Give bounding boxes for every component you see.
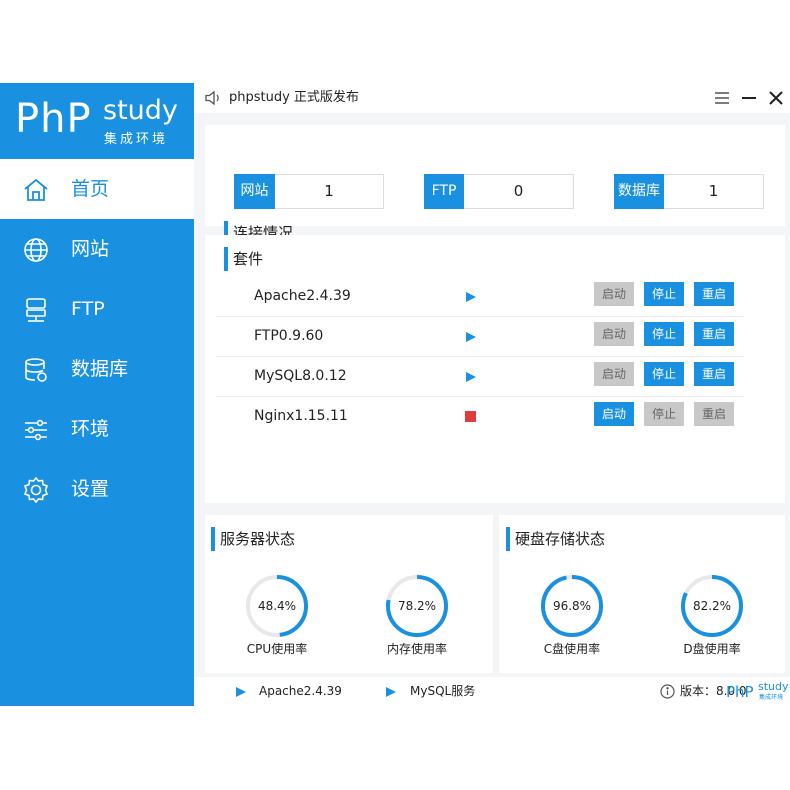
running-play-icon [466,332,476,342]
start-button[interactable]: 启动 [594,402,634,426]
menu-icon[interactable] [712,88,732,108]
speaker-icon[interactable] [204,89,222,107]
stat-value: 0 [513,182,524,200]
stat-label: 网站 [234,174,275,209]
stop-button[interactable]: 停止 [644,322,684,346]
suite-row: FTP0.9.60 启动 停止 重启 [216,317,744,357]
gauge-label: D盘使用率 [683,642,741,656]
gauge-label: CPU使用率 [246,642,308,656]
close-icon[interactable] [766,88,786,108]
app-window: PhP study 集成环境 首页 网站 FTP 数据库 环境 设置 phpst… [0,83,790,706]
start-button[interactable]: 启动 [594,362,634,386]
gauge-value: 82.2% [692,599,732,613]
suite-name: MySQL8.0.12 [254,368,347,384]
gauge-value: 48.4% [257,599,297,613]
sliders-icon [25,419,47,441]
gauge-value: 78.2% [397,599,437,613]
server-status-title: 服务器状态 [211,527,295,551]
suite-name: Apache2.4.39 [254,288,351,304]
suite-row: MySQL8.0.12 启动 停止 重启 [216,357,744,397]
play-icon [386,687,396,697]
logo-study: study [103,95,178,126]
running-play-icon [466,292,476,302]
stat-website: 网站 1 [234,174,384,209]
status-service-mysql: MySQL服务 [410,684,476,698]
suite-row: Nginx1.15.11 启动 停止 重启 [216,397,744,437]
gauge-label: C盘使用率 [543,642,601,656]
title-bar: phpstudy 正式版发布 [194,83,790,113]
sidebar-item-label: 设置 [71,478,110,500]
server-icon [26,298,46,322]
gauge-value: 96.8% [552,599,592,613]
memory-gauge: 78.2% [385,574,449,638]
watermark-subtitle: 集成环境 [759,694,784,701]
watermark-php: PhP [726,683,754,701]
start-button[interactable]: 启动 [594,322,634,346]
logo: PhP study 集成环境 [0,83,194,159]
running-play-icon [466,372,476,382]
sidebar-item-label: FTP [71,298,105,320]
play-icon [236,687,246,697]
status-service-apache: Apache2.4.39 [259,684,342,698]
sidebar-item-label: 首页 [71,178,110,200]
sidebar-item-database[interactable]: 数据库 [0,339,194,399]
suites-title: 套件 [224,247,263,271]
gear-icon [23,476,49,504]
stat-label: FTP [424,174,464,209]
stop-button[interactable]: 停止 [644,282,684,306]
info-icon[interactable] [660,684,675,699]
disk-status-title: 硬盘存储状态 [506,527,605,551]
gauge-label: 内存使用率 [386,642,447,656]
restart-button[interactable]: 重启 [694,402,734,426]
minimize-icon[interactable] [739,88,759,108]
stat-database: 数据库 1 [614,174,764,209]
sidebar-item-environment[interactable]: 环境 [0,399,194,459]
stat-value: 1 [324,182,334,200]
suite-name: FTP0.9.60 [254,328,324,344]
status-bar: Apache2.4.39 MySQL服务 版本：8.0.0 PhP study … [194,677,790,706]
cpu-gauge: 48.4% [245,574,309,638]
stat-label: 数据库 [614,174,664,209]
sidebar: PhP study 集成环境 首页 网站 FTP 数据库 环境 设置 [0,83,194,706]
globe-icon [24,238,48,262]
sidebar-item-ftp[interactable]: FTP [0,279,194,339]
restart-button[interactable]: 重启 [694,322,734,346]
sidebar-item-home[interactable]: 首页 [0,159,194,219]
suite-name: Nginx1.15.11 [254,408,348,424]
sidebar-item-label: 网站 [71,238,110,260]
stat-ftp: FTP 0 [424,174,574,209]
sidebar-item-settings[interactable]: 设置 [0,459,194,519]
restart-button[interactable]: 重启 [694,362,734,386]
restart-button[interactable]: 重启 [694,282,734,306]
c-drive-gauge: 96.8% [540,574,604,638]
home-icon [24,178,48,201]
announcement-title[interactable]: phpstudy 正式版发布 [229,89,359,107]
stopped-square-icon [465,411,476,422]
sidebar-item-label: 环境 [71,418,110,440]
sidebar-item-website[interactable]: 网站 [0,219,194,279]
watermark-study: study [758,680,789,693]
database-icon [25,358,47,382]
start-button[interactable]: 启动 [594,282,634,306]
stat-value: 1 [708,182,719,200]
watermark-logo: PhP study 集成环境 [726,679,789,705]
stop-button[interactable]: 停止 [644,362,684,386]
stop-button[interactable]: 停止 [644,402,684,426]
logo-subtitle: 集成环境 [104,132,169,147]
logo-php: PhP [15,96,92,142]
sidebar-item-label: 数据库 [71,358,129,380]
d-drive-gauge: 82.2% [680,574,744,638]
suite-row: Apache2.4.39 启动 停止 重启 [216,277,744,317]
